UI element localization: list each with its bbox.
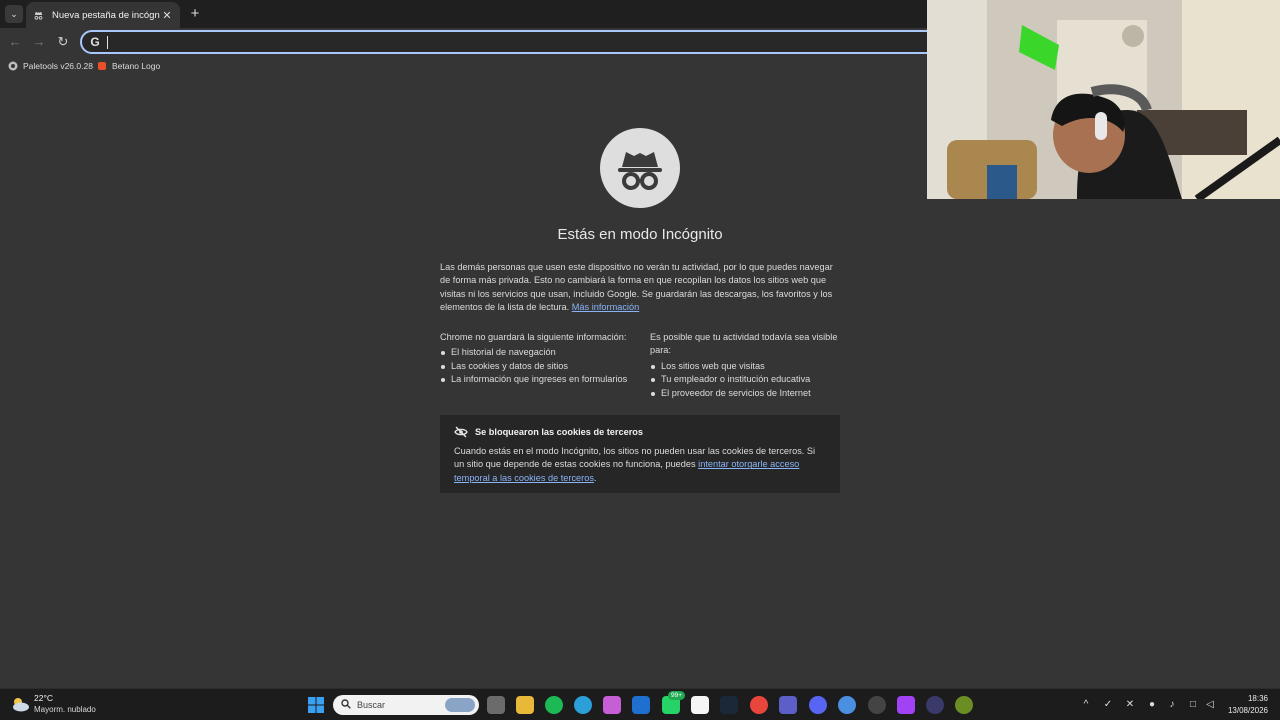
taskbar: 22°C Mayorm. nublado Buscar 99+ ^ ✓ ✕ ● … [0, 688, 1280, 720]
network-icon[interactable]: □ [1187, 699, 1199, 711]
file-explorer-icon[interactable] [516, 696, 534, 714]
windows-start-icon[interactable] [307, 696, 325, 714]
whatsapp-icon[interactable]: 99+ [662, 691, 686, 714]
weather-temp: 22°C [34, 693, 53, 703]
google-icon: G [90, 35, 100, 49]
task-view-icon[interactable] [487, 696, 505, 714]
weather-widget[interactable]: 22°C Mayorm. nublado [10, 693, 96, 715]
bookmark-betano[interactable]: Betano Logo [97, 61, 160, 71]
bookmark-label: Betano Logo [112, 61, 161, 71]
betano-icon [97, 61, 107, 71]
list-item: Las cookies y datos de sitios [440, 360, 640, 373]
teams-icon[interactable] [779, 696, 797, 714]
tab-incognito[interactable]: Nueva pestaña de incógnito ✕ [26, 2, 180, 28]
incognito-hero-icon [600, 128, 680, 208]
webcam-overlay [927, 0, 1280, 199]
list-item: Tu empleador o institución educativa [650, 373, 842, 386]
settings-icon[interactable] [868, 696, 886, 714]
list-item: La información que ingreses en formulari… [440, 373, 640, 386]
whatsapp-badge: 99+ [668, 691, 686, 700]
third-party-cookies-notice: Se bloquearon las cookies de terceros Cu… [440, 415, 840, 493]
cookie-notice-end: . [593, 472, 597, 483]
clock-date[interactable]: 13/08/2026 [1222, 706, 1268, 715]
volume-icon[interactable]: ◁ [1204, 699, 1216, 711]
tab-search-button[interactable]: ⌄ [5, 5, 23, 23]
close-tab-icon[interactable]: ✕ [160, 9, 174, 22]
cloud-sun-icon [10, 696, 30, 712]
new-tab-button[interactable]: + [186, 5, 204, 23]
spotify-icon[interactable] [545, 696, 563, 714]
visible-to-column: Es posible que tu actividad todavía sea … [650, 331, 842, 400]
text-caret [107, 36, 108, 49]
tray-app-icon-2[interactable]: ✕ [1124, 699, 1136, 711]
incognito-icon [32, 9, 44, 21]
intro-paragraph: Las demás personas que usen este disposi… [440, 261, 840, 315]
learn-more-link[interactable]: Más información [572, 302, 639, 312]
tray-app-icon-3[interactable]: ● [1146, 699, 1158, 711]
search-highlight-icon [445, 698, 475, 712]
taskbar-search-input[interactable]: Buscar [333, 695, 479, 715]
microsoft-store-icon[interactable] [691, 696, 709, 714]
chrome-icon[interactable] [750, 696, 768, 714]
copilot-icon[interactable] [603, 696, 621, 714]
weather-condition: Mayorm. nublado [34, 705, 96, 714]
app-icon-3[interactable] [955, 696, 973, 714]
app-icon[interactable] [897, 696, 915, 714]
paletools-icon [8, 61, 18, 71]
edge-icon[interactable] [574, 696, 592, 714]
clock-time[interactable]: 18:36 [1222, 694, 1268, 703]
address-bar[interactable]: G [80, 30, 940, 54]
discord-icon[interactable] [809, 696, 827, 714]
list-item: El proveedor de servicios de Internet [650, 387, 842, 400]
not-saved-title: Chrome no guardará la siguiente informac… [440, 332, 627, 342]
visible-to-title: Es posible que tu actividad todavía sea … [650, 332, 838, 356]
chevron-up-icon[interactable]: ^ [1080, 699, 1092, 711]
not-saved-column: Chrome no guardará la siguiente informac… [440, 331, 640, 387]
search-icon [341, 696, 351, 714]
app-icon-2[interactable] [926, 696, 944, 714]
chrome-incognito-icon[interactable] [838, 696, 856, 714]
tab-title: Nueva pestaña de incógnito [52, 9, 160, 21]
steam-icon[interactable] [720, 696, 738, 714]
page-title: Estás en modo Incógnito [557, 226, 723, 243]
bookmark-paletools[interactable]: Paletools v26.0.28 [8, 61, 93, 71]
forward-button[interactable]: → [31, 34, 47, 50]
bookmark-label: Paletools v26.0.28 [23, 61, 93, 71]
tray-app-icon[interactable]: ✓ [1102, 699, 1114, 711]
reload-button[interactable]: ↻ [55, 34, 71, 50]
back-button[interactable]: ← [7, 34, 23, 50]
list-item: El historial de navegación [440, 346, 640, 359]
outlook-icon[interactable] [632, 696, 650, 714]
search-placeholder: Buscar [357, 700, 386, 710]
list-item: Los sitios web que visitas [650, 360, 842, 373]
microphone-icon[interactable]: ♪ [1166, 699, 1178, 711]
eye-off-icon [454, 426, 468, 438]
cookie-notice-title: Se bloquearon las cookies de terceros [475, 427, 643, 437]
